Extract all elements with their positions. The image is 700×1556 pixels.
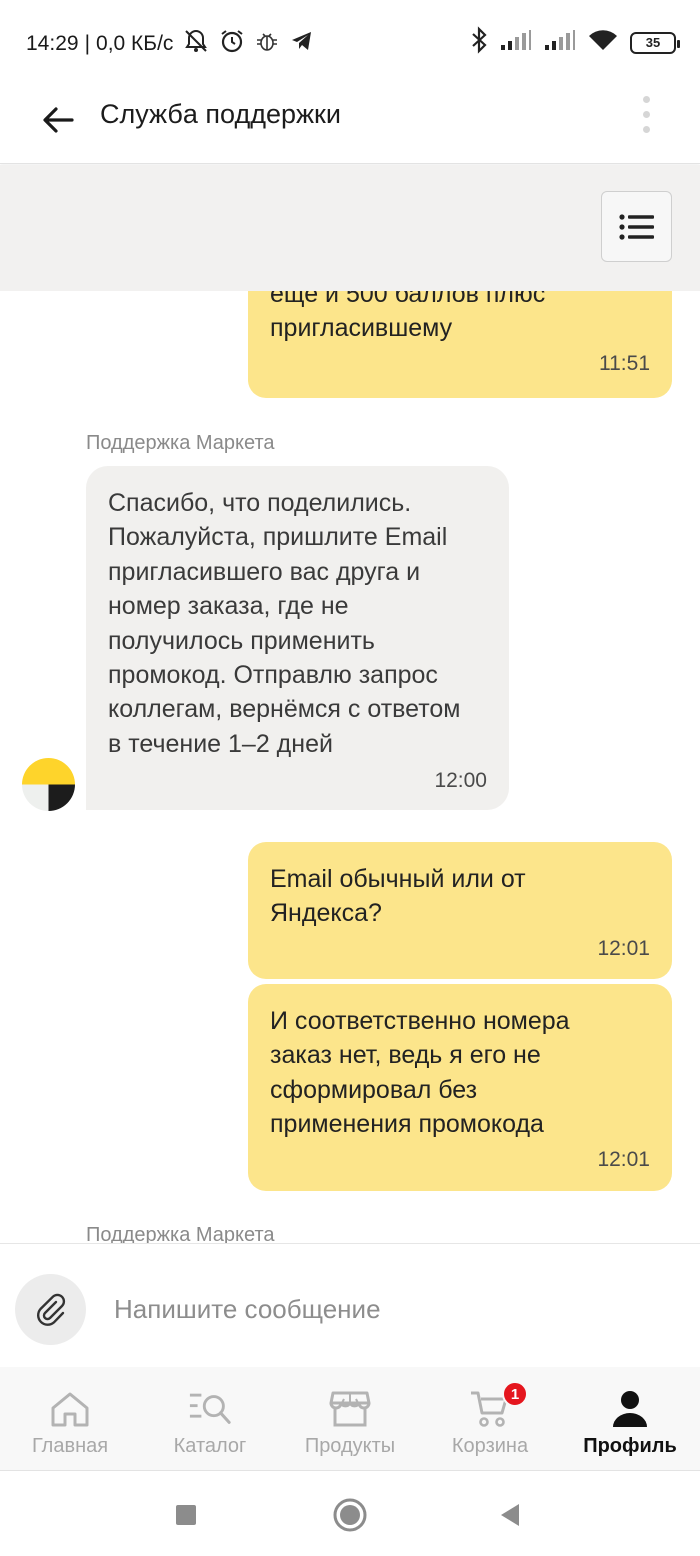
sender-name: Поддержка Маркета xyxy=(86,432,275,454)
triangle-back-icon xyxy=(501,1504,519,1526)
app-header: Службa поддержки xyxy=(0,84,700,164)
nav-home[interactable]: Главная xyxy=(0,1367,140,1471)
status-time: 14:29 xyxy=(26,32,79,55)
nav-profile[interactable]: Профиль xyxy=(560,1367,700,1471)
person-icon xyxy=(608,1387,652,1431)
nav-label: Главная xyxy=(31,1435,109,1457)
nav-catalog[interactable]: Каталог xyxy=(140,1367,280,1471)
nav-label: Профиль xyxy=(583,1435,677,1457)
support-avatar xyxy=(22,758,75,811)
home-system-button[interactable] xyxy=(330,1495,370,1535)
signal-icon-2 xyxy=(544,29,576,56)
message-text: Email обычный или от Яндекса? xyxy=(270,865,526,928)
message-time: 12:00 xyxy=(434,769,487,793)
back-system-button[interactable] xyxy=(490,1495,530,1535)
user-message: еще и 500 баллов плюс пригласившему 11:5… xyxy=(248,291,672,398)
topics-list-button[interactable] xyxy=(601,191,672,262)
bell-off-icon xyxy=(183,28,209,60)
nav-cart[interactable]: 1 Корзина xyxy=(420,1367,560,1471)
nav-label: Продукты xyxy=(304,1435,396,1457)
message-text: Спасибо, что поделились. Пожалуйста, при… xyxy=(108,489,461,758)
page-title: Службa поддержки xyxy=(100,99,341,129)
status-bar: 14:29 | 0,0 КБ/с 35 xyxy=(0,0,700,84)
user-message: Email обычный или от Яндекса? 12:01 xyxy=(248,842,672,979)
alarm-icon xyxy=(219,28,245,60)
cart-count-badge: 1 xyxy=(502,1381,528,1407)
square-icon xyxy=(176,1505,196,1525)
bug-icon xyxy=(255,29,279,59)
telegram-icon xyxy=(289,28,315,60)
status-separator: | xyxy=(84,32,91,55)
status-net-speed: 0,0 КБ/с xyxy=(96,32,174,55)
status-left: 14:29 | 0,0 КБ/с xyxy=(26,28,315,60)
battery-indicator: 35 xyxy=(630,31,680,54)
nav-label: Каталог xyxy=(173,1435,247,1457)
system-navigation-bar xyxy=(0,1471,700,1556)
more-options-button[interactable] xyxy=(632,94,660,134)
chat-toolbar xyxy=(0,165,700,291)
message-text: еще и 500 баллов плюс пригласившему xyxy=(270,291,546,343)
message-time: 12:01 xyxy=(597,1147,650,1171)
recents-button[interactable] xyxy=(166,1495,206,1535)
more-dot-icon xyxy=(642,110,650,118)
circle-icon xyxy=(333,1498,367,1532)
message-time: 12:01 xyxy=(597,936,650,960)
bottom-navigation: Главная Каталог Продукты 1 Корзина Профи… xyxy=(0,1367,700,1471)
message-input[interactable] xyxy=(114,1284,674,1334)
status-right: 35 xyxy=(470,26,680,59)
arrow-left-icon xyxy=(43,107,74,133)
nav-products[interactable]: Продукты xyxy=(280,1367,420,1471)
sender-name: Поддержка Маркета xyxy=(86,1224,275,1243)
support-message: Спасибо, что поделились. Пожалуйста, при… xyxy=(86,466,509,810)
catalog-search-icon xyxy=(188,1387,232,1431)
paperclip-icon xyxy=(36,1293,65,1326)
back-button[interactable] xyxy=(36,98,80,142)
nav-label: Корзина xyxy=(451,1435,529,1457)
user-message: И соответственно номера заказ нет, ведь … xyxy=(248,984,672,1191)
home-icon xyxy=(48,1387,92,1431)
list-icon xyxy=(618,213,654,240)
message-time: 11:51 xyxy=(599,351,650,375)
attach-button[interactable] xyxy=(15,1274,86,1345)
bluetooth-icon xyxy=(470,26,488,59)
message-composer xyxy=(0,1243,700,1367)
more-dot-icon xyxy=(642,95,650,103)
yandex-market-avatar-icon xyxy=(22,758,75,811)
signal-icon xyxy=(500,29,532,56)
wifi-icon xyxy=(588,28,618,57)
more-dot-icon xyxy=(642,125,650,133)
message-text: И соответственно номера заказ нет, ведь … xyxy=(270,1007,570,1139)
store-icon xyxy=(328,1387,372,1431)
chat-messages[interactable]: еще и 500 баллов плюс пригласившему 11:5… xyxy=(0,291,700,1243)
